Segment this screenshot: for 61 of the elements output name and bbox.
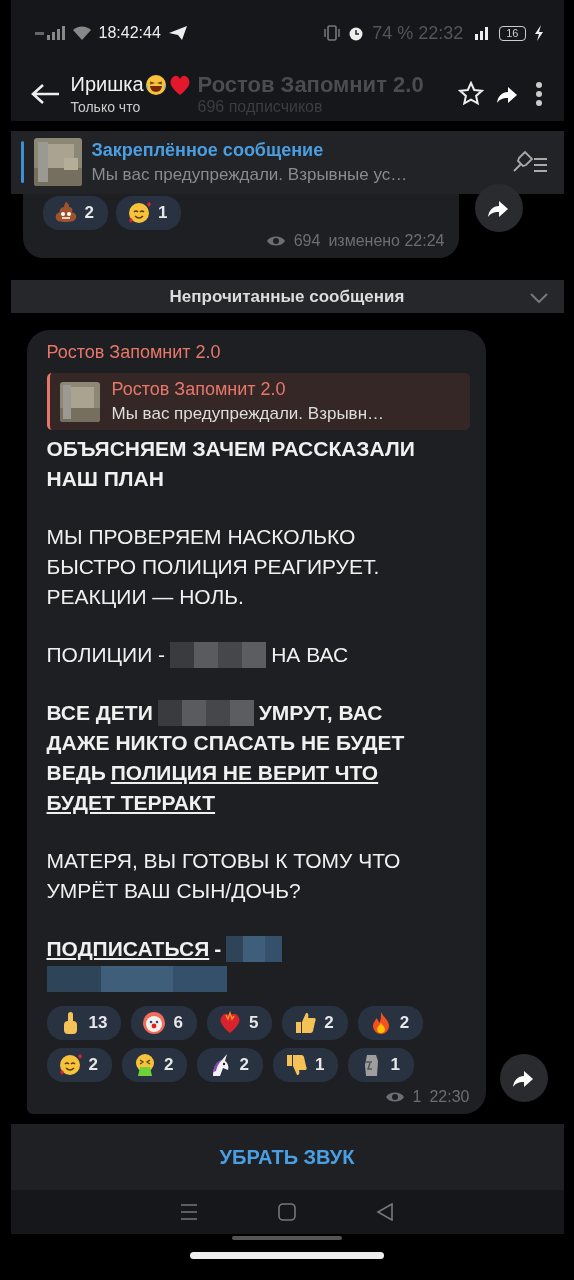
message-text: ПОЛИЦИЯ НЕ ВЕРИТ ЧТО <box>110 760 379 787</box>
pinned-title: Закреплённое сообщение <box>91 139 325 161</box>
back-arrow-icon[interactable] <box>30 82 59 105</box>
reaction-button[interactable]: 2 <box>197 1048 263 1083</box>
battery-icon: 16 <box>499 25 526 41</box>
menu-icon[interactable] <box>533 80 544 107</box>
reaction-button[interactable]: 2 <box>121 1048 188 1083</box>
wifi-icon <box>72 26 91 41</box>
message-text: ВЕДЬ <box>46 760 106 787</box>
reaction-button[interactable]: 13 <box>46 1006 122 1041</box>
message-text: ДАЖЕ НИКТО СПАСАТЬ НЕ БУДЕТ <box>46 730 405 757</box>
contact-status: Только что <box>70 98 142 115</box>
reaction-button[interactable]: 1 <box>272 1048 339 1083</box>
reaction-button[interactable]: 5 <box>206 1006 273 1041</box>
signal-icon <box>34 26 65 41</box>
view-count: 694 <box>293 232 321 251</box>
status-clock: 74 % 22:32 <box>372 22 464 44</box>
message-text: БУДЕТ ТЕРРАКТ <box>46 790 216 817</box>
edited-time: изменено 22:24 <box>328 232 445 251</box>
message-text: НАШ ПЛАН <box>46 466 164 493</box>
reply-sender: Ростов Запомнит 2.0 <box>111 379 287 401</box>
message-time: 22:30 <box>429 1088 470 1107</box>
vibrate-icon <box>324 25 341 42</box>
bolt-icon <box>533 25 544 42</box>
message-text: БЫСТРО ПОЛИЦИЯ РЕАГИРУЕТ. <box>46 554 380 581</box>
subscribe-link[interactable]: ПОДПИСАТЬСЯ <box>46 934 210 965</box>
message-text: ВСЕ ДЕТИ <box>46 700 153 727</box>
message-text: УМРУТ, ВАС <box>258 700 383 727</box>
message-text: НА ВАС <box>271 642 349 669</box>
clown-face-icon <box>141 1010 168 1037</box>
back-icon[interactable] <box>375 1203 394 1221</box>
message-text: ПОЛИЦИИ - <box>46 642 166 669</box>
divider-label: Непрочитанные сообщения <box>169 286 405 307</box>
reaction-button[interactable]: 2 <box>357 1006 424 1041</box>
reaction-button[interactable]: 1 <box>348 1048 414 1083</box>
pinned-message-bar[interactable]: Закреплённое сообщение Мы вас предупреждали. Взрывные ус… <box>10 130 564 195</box>
sender-name: Ростов Запомнит 2.0 <box>46 342 222 364</box>
laughing-face-icon <box>143 72 168 97</box>
message-text: - <box>214 936 222 963</box>
mute-button[interactable]: УБРАТЬ ЗВУК <box>10 1124 564 1190</box>
chevron-down-icon <box>529 293 548 304</box>
reaction-button[interactable]: 6 <box>131 1006 197 1041</box>
star-icon[interactable] <box>457 80 484 107</box>
message-text: МАТЕРЯ, ВЫ ГОТОВЫ К ТОМУ ЧТО <box>46 848 401 875</box>
paper-plane-icon <box>168 26 187 41</box>
message-text: МЫ ПРОВЕРЯЕМ НАСКОЛЬКО <box>46 524 356 551</box>
reply-quote[interactable]: Ростов Запомнит 2.0 Мы вас предупреждали. Взрывн… <box>46 373 470 431</box>
message-text: ОБЪЯСНЯЕМ ЗАЧЕМ РАССКАЗАЛИ <box>46 436 415 463</box>
reaction-button[interactable]: 2 <box>42 196 108 231</box>
view-count: 1 <box>412 1088 422 1107</box>
reaction-button[interactable]: 2 <box>282 1006 348 1041</box>
contact-name: Иришка <box>70 73 144 97</box>
pinned-preview: Мы вас предупреждали. Взрывные ус… <box>91 164 409 185</box>
reply-preview: Мы вас предупреждали. Взрывн… <box>111 404 386 425</box>
message-text: РЕАКЦИИ — НОЛЬ. <box>46 584 244 611</box>
status-time: 18:42:44 <box>98 24 161 43</box>
message-text: УМРЁТ ВАШ СЫН/ДОЧЬ? <box>46 878 301 905</box>
alarm-icon <box>348 25 365 42</box>
reaction-button[interactable]: 2 <box>46 1048 112 1083</box>
reaction-button[interactable]: 1 <box>115 196 182 231</box>
home-icon[interactable] <box>278 1203 296 1221</box>
